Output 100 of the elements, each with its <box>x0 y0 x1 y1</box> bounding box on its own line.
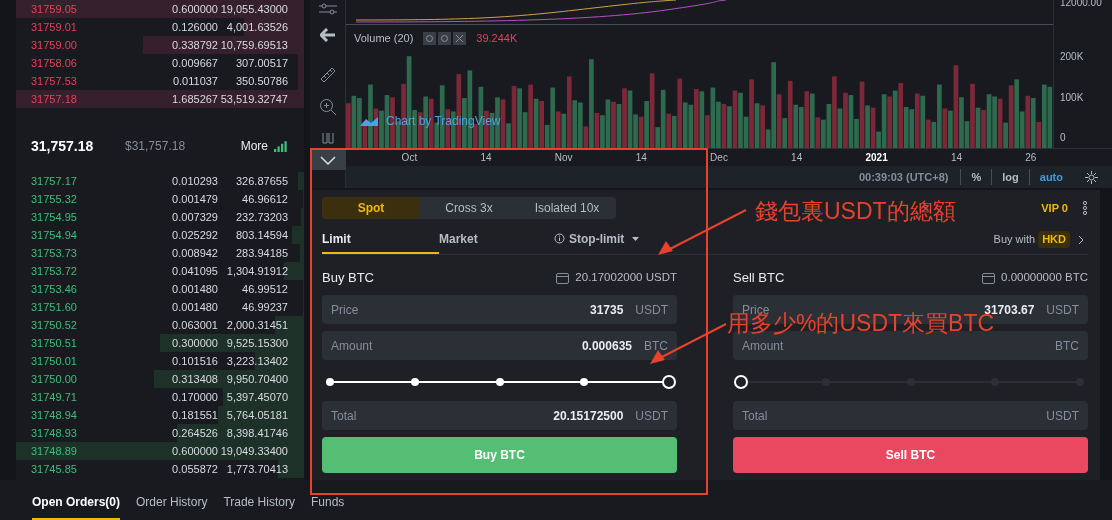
axis-label: 14 <box>635 151 647 165</box>
axis-label: Nov <box>554 151 573 165</box>
order-amount: 0.181551 <box>171 407 218 423</box>
mode-tab[interactable]: Isolated 10x <box>518 197 616 219</box>
scale-option[interactable]: % <box>960 168 992 186</box>
more-link[interactable]: More <box>240 137 268 155</box>
order-price: 31753.72 <box>30 263 78 279</box>
axis-label: 14 <box>791 151 803 165</box>
close-icon[interactable] <box>453 31 467 45</box>
volume-title: Volume (20) <box>354 30 414 46</box>
order-amount: 0.338792 <box>171 37 218 53</box>
order-total: 307.00517 <box>235 55 289 71</box>
order-amount: 0.600000 <box>171 443 218 459</box>
chevron-right-icon[interactable] <box>1078 234 1084 245</box>
unit-label: BTC <box>1055 337 1079 355</box>
scale-option[interactable]: auto <box>1028 168 1073 186</box>
order-type-tab[interactable]: Stop-limit <box>554 225 640 254</box>
axis-label: Dec <box>710 151 728 165</box>
axis-label: 100K <box>1060 90 1085 105</box>
order-total: 4,001.63526 <box>225 19 289 35</box>
collapse-button[interactable] <box>309 150 346 170</box>
order-amount: 0.313408 <box>171 371 218 387</box>
field-value: 31735 <box>589 301 624 319</box>
back-arrow-icon[interactable] <box>319 28 336 42</box>
order-amount: 0.008942 <box>171 245 218 261</box>
currency-badge[interactable]: HKD <box>1038 231 1070 248</box>
scale-option[interactable]: log <box>991 168 1029 186</box>
order-price: 31750.51 <box>30 335 78 351</box>
order-amount: 0.041095 <box>171 263 218 279</box>
order-price: 31749.71 <box>30 389 78 405</box>
slider-thumb[interactable] <box>662 375 676 389</box>
chart-credit[interactable]: Chart by TradingView <box>386 112 501 130</box>
slider-stop[interactable] <box>326 378 334 386</box>
order-amount: 0.055872 <box>171 461 218 477</box>
order-type-tab[interactable]: Market <box>439 225 554 254</box>
slider-stop[interactable] <box>495 378 504 386</box>
order-total: 53,519.32747 <box>219 91 289 107</box>
side-title: Buy BTC <box>322 269 374 288</box>
field-label: Total <box>331 407 358 425</box>
order-total: 10,759.69513 <box>219 37 289 53</box>
mode-tab[interactable]: Spot <box>322 197 420 219</box>
order-total: 3,223.13402 <box>225 353 289 369</box>
balance-text: 0.00000000 BTC <box>1001 270 1088 286</box>
order-price: 31750.01 <box>30 353 78 369</box>
orders-tab[interactable]: Funds <box>310 486 345 520</box>
unit-label: USDT <box>635 407 668 425</box>
axis-label: 0 <box>1060 131 1067 145</box>
input-field[interactable]: Total 20.15172500 USDT <box>322 401 677 430</box>
orders-tab[interactable]: Open Orders(0) <box>32 486 121 520</box>
order-amount: 0.101516 <box>171 353 218 369</box>
ruler-icon[interactable] <box>318 66 337 84</box>
axis-label: 14 <box>950 151 963 165</box>
more-dots-icon[interactable] <box>1082 201 1088 215</box>
order-price: 31751.60 <box>30 299 78 315</box>
unit-label: USDT <box>1046 407 1079 425</box>
slider-thumb[interactable] <box>734 375 748 389</box>
slider-stop[interactable] <box>580 378 589 386</box>
orders-tab[interactable]: Trade History <box>223 486 295 520</box>
order-price: 31757.18 <box>30 91 78 107</box>
lines-tool-icon[interactable] <box>317 2 338 16</box>
order-total: 1,773.70413 <box>225 461 289 477</box>
wallet-icon <box>556 272 570 284</box>
input-field[interactable]: Price 31735 USDT <box>322 295 677 324</box>
buy-with-text[interactable]: Buy with <box>993 231 1036 248</box>
order-amount: 0.300000 <box>171 335 218 351</box>
order-amount: 1.685267 <box>171 91 218 107</box>
field-label: Price <box>331 301 360 319</box>
submit-button[interactable]: Sell BTC <box>733 437 1088 473</box>
order-total: 19,049.33400 <box>219 443 289 459</box>
unit-label: USDT <box>1046 301 1079 319</box>
order-amount: 0.025292 <box>171 227 218 243</box>
zoom-in-icon[interactable] <box>318 98 337 116</box>
order-price: 31750.00 <box>30 371 78 387</box>
order-total: 46.99512 <box>241 281 289 297</box>
unit-label: USDT <box>635 301 668 319</box>
order-total: 350.50786 <box>235 73 289 89</box>
order-amount: 0.011037 <box>171 73 218 89</box>
order-amount: 0.170000 <box>171 389 218 405</box>
order-price: 31758.06 <box>30 55 78 71</box>
order-total: 5,764.05181 <box>225 407 289 423</box>
order-total: 283.94185 <box>235 245 289 261</box>
order-price: 31759.05 <box>30 1 78 17</box>
input-field[interactable]: Amount 0.000635 BTC <box>322 331 677 360</box>
order-price: 31753.73 <box>30 245 78 261</box>
input-field[interactable]: Total USDT <box>733 401 1088 430</box>
caret-icon <box>632 236 640 241</box>
order-price: 31750.52 <box>30 317 78 333</box>
order-total: 5,397.45070 <box>225 389 289 405</box>
side-title: Sell BTC <box>733 269 785 288</box>
unit-label: BTC <box>644 337 668 355</box>
axis-label: 2021 <box>865 151 888 165</box>
order-price: 31753.46 <box>30 281 78 297</box>
orders-tab[interactable]: Order History <box>136 486 208 520</box>
order-amount: 0.007329 <box>171 209 218 225</box>
order-amount: 0.001480 <box>171 299 218 315</box>
order-total: 2,000.31451 <box>225 317 289 333</box>
mode-tab[interactable]: Cross 3x <box>420 197 518 219</box>
order-price: 31757.53 <box>30 73 78 89</box>
order-type-tab[interactable]: Limit <box>322 225 439 254</box>
slider-stop[interactable] <box>410 378 419 386</box>
